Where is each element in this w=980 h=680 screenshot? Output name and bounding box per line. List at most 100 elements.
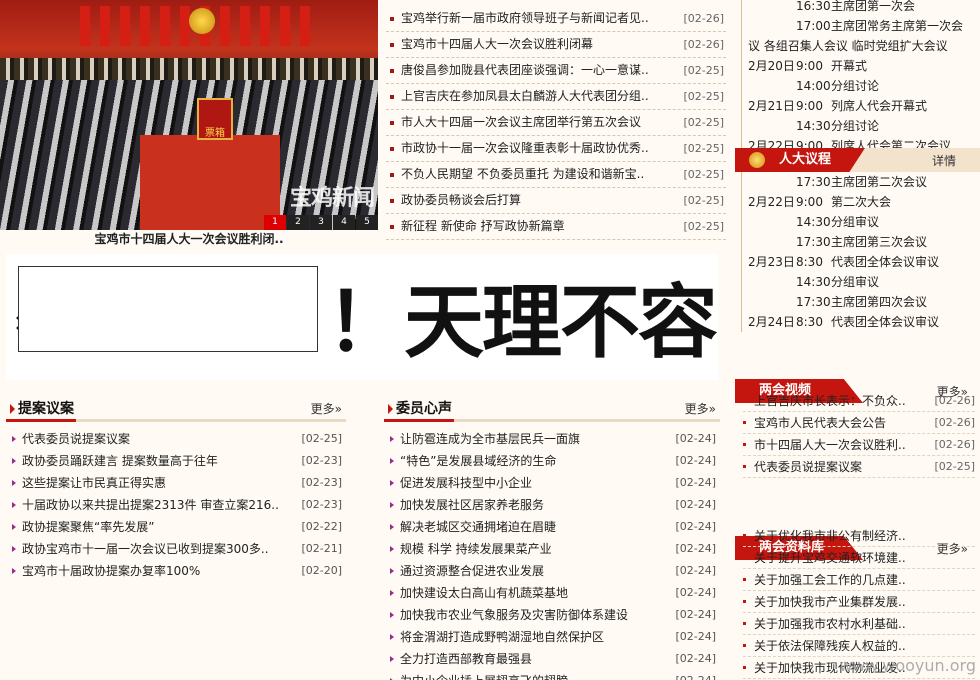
- list-title[interactable]: 将金渭湖打造成野鸭湖湿地自然保护区: [400, 626, 604, 648]
- list-link[interactable]: 代表委员说提案议案: [743, 456, 862, 477]
- list-title[interactable]: 加快建设太白高山有机蔬菜基地: [400, 582, 568, 604]
- list-link[interactable]: 政协提案聚焦“率先发展”: [12, 516, 154, 538]
- slide-caption[interactable]: 宝鸡市十四届人大一次会议胜利闭..: [0, 230, 378, 248]
- list-item[interactable]: 加快发展社区居家养老服务 [02-24]: [384, 494, 720, 516]
- list-title[interactable]: 关于优化我市非公有制经济..: [754, 525, 906, 546]
- news-item[interactable]: 宝鸡市十四届人大一次会议胜利闭幕 [02-26]: [386, 32, 726, 58]
- news-title[interactable]: 宝鸡举行新一届市政府领导班子与新闻记者见..: [401, 6, 649, 31]
- list-link[interactable]: 代表委员说提案议案: [12, 428, 130, 450]
- list-link[interactable]: 通过资源整合促进农业发展: [390, 560, 544, 582]
- news-title[interactable]: 唐俊昌参加陇县代表团座谈强调：一心一意谋..: [401, 58, 649, 83]
- news-title[interactable]: 宝鸡市十四届人大一次会议胜利闭幕: [401, 32, 593, 57]
- tayj-more-link[interactable]: 更多»: [311, 400, 342, 417]
- list-link[interactable]: 关于提升宝鸡交通软环境建..: [743, 547, 906, 568]
- news-link[interactable]: 市人大十四届一次会议主席团举行第五次会议: [390, 110, 641, 135]
- list-item[interactable]: 解决老城区交通拥堵迫在眉睫 [02-24]: [384, 516, 720, 538]
- list-link[interactable]: 解决老城区交通拥堵迫在眉睫: [390, 516, 556, 538]
- news-link[interactable]: 政协委员畅谈会后打算: [390, 188, 521, 213]
- news-title[interactable]: 新征程 新使命 抒写政协新篇章: [401, 214, 565, 239]
- list-link[interactable]: 宝鸡市十届政协提案办复率100%: [12, 560, 200, 582]
- list-title[interactable]: 关于依法保障残疾人权益的..: [754, 635, 906, 656]
- list-link[interactable]: 上官吉庆市长表示：不负众..: [743, 390, 906, 411]
- news-slideshow[interactable]: 票箱 宝鸡新闻 1 2 3 4 5: [0, 0, 378, 230]
- list-title[interactable]: 关于加快我市产业集群发展..: [754, 591, 906, 612]
- news-item[interactable]: 不负人民期望 不负委员重托 为建设和谐新宝.. [02-25]: [386, 162, 726, 188]
- list-link[interactable]: “特色”是发展县域经济的生命: [390, 450, 556, 472]
- slide-page-4[interactable]: 4: [333, 215, 355, 230]
- list-link[interactable]: 加快建设太白高山有机蔬菜基地: [390, 582, 568, 604]
- list-title[interactable]: 这些提案让市民真正得实惠: [22, 472, 166, 494]
- news-link[interactable]: 不负人民期望 不负委员重托 为建设和谐新宝..: [390, 162, 644, 187]
- list-link[interactable]: 关于依法保障残疾人权益的..: [743, 635, 906, 656]
- list-link[interactable]: 这些提案让市民真正得实惠: [12, 472, 166, 494]
- list-item[interactable]: 代表委员说提案议案 [02-25]: [743, 456, 975, 478]
- list-item[interactable]: 市十四届人大一次会议胜利.. [02-26]: [743, 434, 975, 456]
- list-title[interactable]: 政协宝鸡市十一届一次会议已收到提案300多..: [22, 538, 269, 560]
- news-link[interactable]: 上官吉庆在参加凤县太白麟游人大代表团分组..: [390, 84, 649, 109]
- news-item[interactable]: 市政协十一届一次会议隆重表彰十届政协优秀.. [02-25]: [386, 136, 726, 162]
- list-item[interactable]: 为中小企业插上展翅高飞的翅膀 [02-24]: [384, 670, 720, 680]
- list-title[interactable]: 政协提案聚焦“率先发展”: [22, 516, 154, 538]
- news-link[interactable]: 市政协十一届一次会议隆重表彰十届政协优秀..: [390, 136, 649, 161]
- list-item[interactable]: 宝鸡市人民代表大会公告 [02-26]: [743, 412, 975, 434]
- list-title[interactable]: 宝鸡市十届政协提案办复率100%: [22, 560, 200, 582]
- list-title[interactable]: 代表委员说提案议案: [754, 456, 862, 477]
- list-item[interactable]: 政协提案聚焦“率先发展” [02-22]: [6, 516, 346, 538]
- list-item[interactable]: 加快我市农业气象服务及灾害防御体系建设 [02-24]: [384, 604, 720, 626]
- list-item[interactable]: 加快建设太白高山有机蔬菜基地 [02-24]: [384, 582, 720, 604]
- list-item[interactable]: 将金渭湖打造成野鸭湖湿地自然保护区 [02-24]: [384, 626, 720, 648]
- list-link[interactable]: 宝鸡市人民代表大会公告: [743, 412, 886, 433]
- list-title[interactable]: 通过资源整合促进农业发展: [400, 560, 544, 582]
- news-title[interactable]: 不负人民期望 不负委员重托 为建设和谐新宝..: [401, 162, 644, 187]
- list-item[interactable]: 促进发展科技型中小企业 [02-24]: [384, 472, 720, 494]
- wyxs-more-link[interactable]: 更多»: [685, 400, 716, 417]
- list-link[interactable]: 关于优化我市非公有制经济..: [743, 525, 906, 546]
- news-link[interactable]: 宝鸡市十四届人大一次会议胜利闭幕: [390, 32, 593, 57]
- list-item[interactable]: 代表委员说提案议案 [02-25]: [6, 428, 346, 450]
- news-link[interactable]: 唐俊昌参加陇县代表团座谈强调：一心一意谋..: [390, 58, 649, 83]
- list-link[interactable]: 关于加快我市产业集群发展..: [743, 591, 906, 612]
- list-link[interactable]: 关于加强工会工作的几点建..: [743, 569, 906, 590]
- list-title[interactable]: 政协委员踊跃建言 提案数量高于往年: [22, 450, 218, 472]
- list-link[interactable]: 政协宝鸡市十一届一次会议已收到提案300多..: [12, 538, 269, 560]
- list-title[interactable]: 全力打造西部教育最强县: [400, 648, 532, 670]
- list-item[interactable]: 这些提案让市民真正得实惠 [02-23]: [6, 472, 346, 494]
- list-link[interactable]: 将金渭湖打造成野鸭湖湿地自然保护区: [390, 626, 604, 648]
- news-link[interactable]: 宝鸡举行新一届市政府领导班子与新闻记者见..: [390, 6, 649, 31]
- slide-page-2[interactable]: 2: [287, 215, 309, 230]
- list-title[interactable]: 规模 科学 持续发展果菜产业: [400, 538, 552, 560]
- list-item[interactable]: 通过资源整合促进农业发展 [02-24]: [384, 560, 720, 582]
- news-title[interactable]: 市人大十四届一次会议主席团举行第五次会议: [401, 110, 641, 135]
- list-item[interactable]: “特色”是发展县域经济的生命 [02-24]: [384, 450, 720, 472]
- list-link[interactable]: 政协委员踊跃建言 提案数量高于往年: [12, 450, 218, 472]
- news-item[interactable]: 政协委员畅谈会后打算 [02-25]: [386, 188, 726, 214]
- list-item[interactable]: 十届政协以来共提出提案2313件 审查立案216.. [02-23]: [6, 494, 346, 516]
- list-link[interactable]: 规模 科学 持续发展果菜产业: [390, 538, 552, 560]
- list-item[interactable]: 政协宝鸡市十一届一次会议已收到提案300多.. [02-21]: [6, 538, 346, 560]
- list-title[interactable]: 关于加强我市农村水利基础..: [754, 613, 906, 634]
- slide-page-1[interactable]: 1: [264, 215, 286, 230]
- list-link[interactable]: 全力打造西部教育最强县: [390, 648, 532, 670]
- news-item[interactable]: 市人大十四届一次会议主席团举行第五次会议 [02-25]: [386, 110, 726, 136]
- list-title[interactable]: 宝鸡市人民代表大会公告: [754, 412, 886, 433]
- list-title[interactable]: 为中小企业插上展翅高飞的翅膀: [400, 670, 568, 680]
- list-link[interactable]: 十届政协以来共提出提案2313件 审查立案216..: [12, 494, 279, 516]
- list-item[interactable]: 关于优化我市非公有制经济..: [743, 525, 975, 547]
- list-title[interactable]: 代表委员说提案议案: [22, 428, 130, 450]
- news-title[interactable]: 政协委员畅谈会后打算: [401, 188, 521, 213]
- news-title[interactable]: 市政协十一届一次会议隆重表彰十届政协优秀..: [401, 136, 649, 161]
- list-link[interactable]: 加快我市农业气象服务及灾害防御体系建设: [390, 604, 628, 626]
- list-item[interactable]: 关于加快我市产业集群发展..: [743, 591, 975, 613]
- list-item[interactable]: 全力打造西部教育最强县 [02-24]: [384, 648, 720, 670]
- list-item[interactable]: 让防雹连成为全市基层民兵一面旗 [02-24]: [384, 428, 720, 450]
- list-link[interactable]: 为中小企业插上展翅高飞的翅膀: [390, 670, 568, 680]
- list-item[interactable]: 关于加强工会工作的几点建..: [743, 569, 975, 591]
- list-item[interactable]: 宝鸡市十届政协提案办复率100% [02-20]: [6, 560, 346, 582]
- list-link[interactable]: 关于加强我市农村水利基础..: [743, 613, 906, 634]
- news-title[interactable]: 上官吉庆在参加凤县太白麟游人大代表团分组..: [401, 84, 649, 109]
- list-title[interactable]: 市十四届人大一次会议胜利..: [754, 434, 906, 455]
- list-title[interactable]: 十届政协以来共提出提案2313件 审查立案216..: [22, 494, 279, 516]
- list-title[interactable]: “特色”是发展县域经济的生命: [400, 450, 556, 472]
- list-item[interactable]: 关于加强我市农村水利基础..: [743, 613, 975, 635]
- list-item[interactable]: 规模 科学 持续发展果菜产业 [02-24]: [384, 538, 720, 560]
